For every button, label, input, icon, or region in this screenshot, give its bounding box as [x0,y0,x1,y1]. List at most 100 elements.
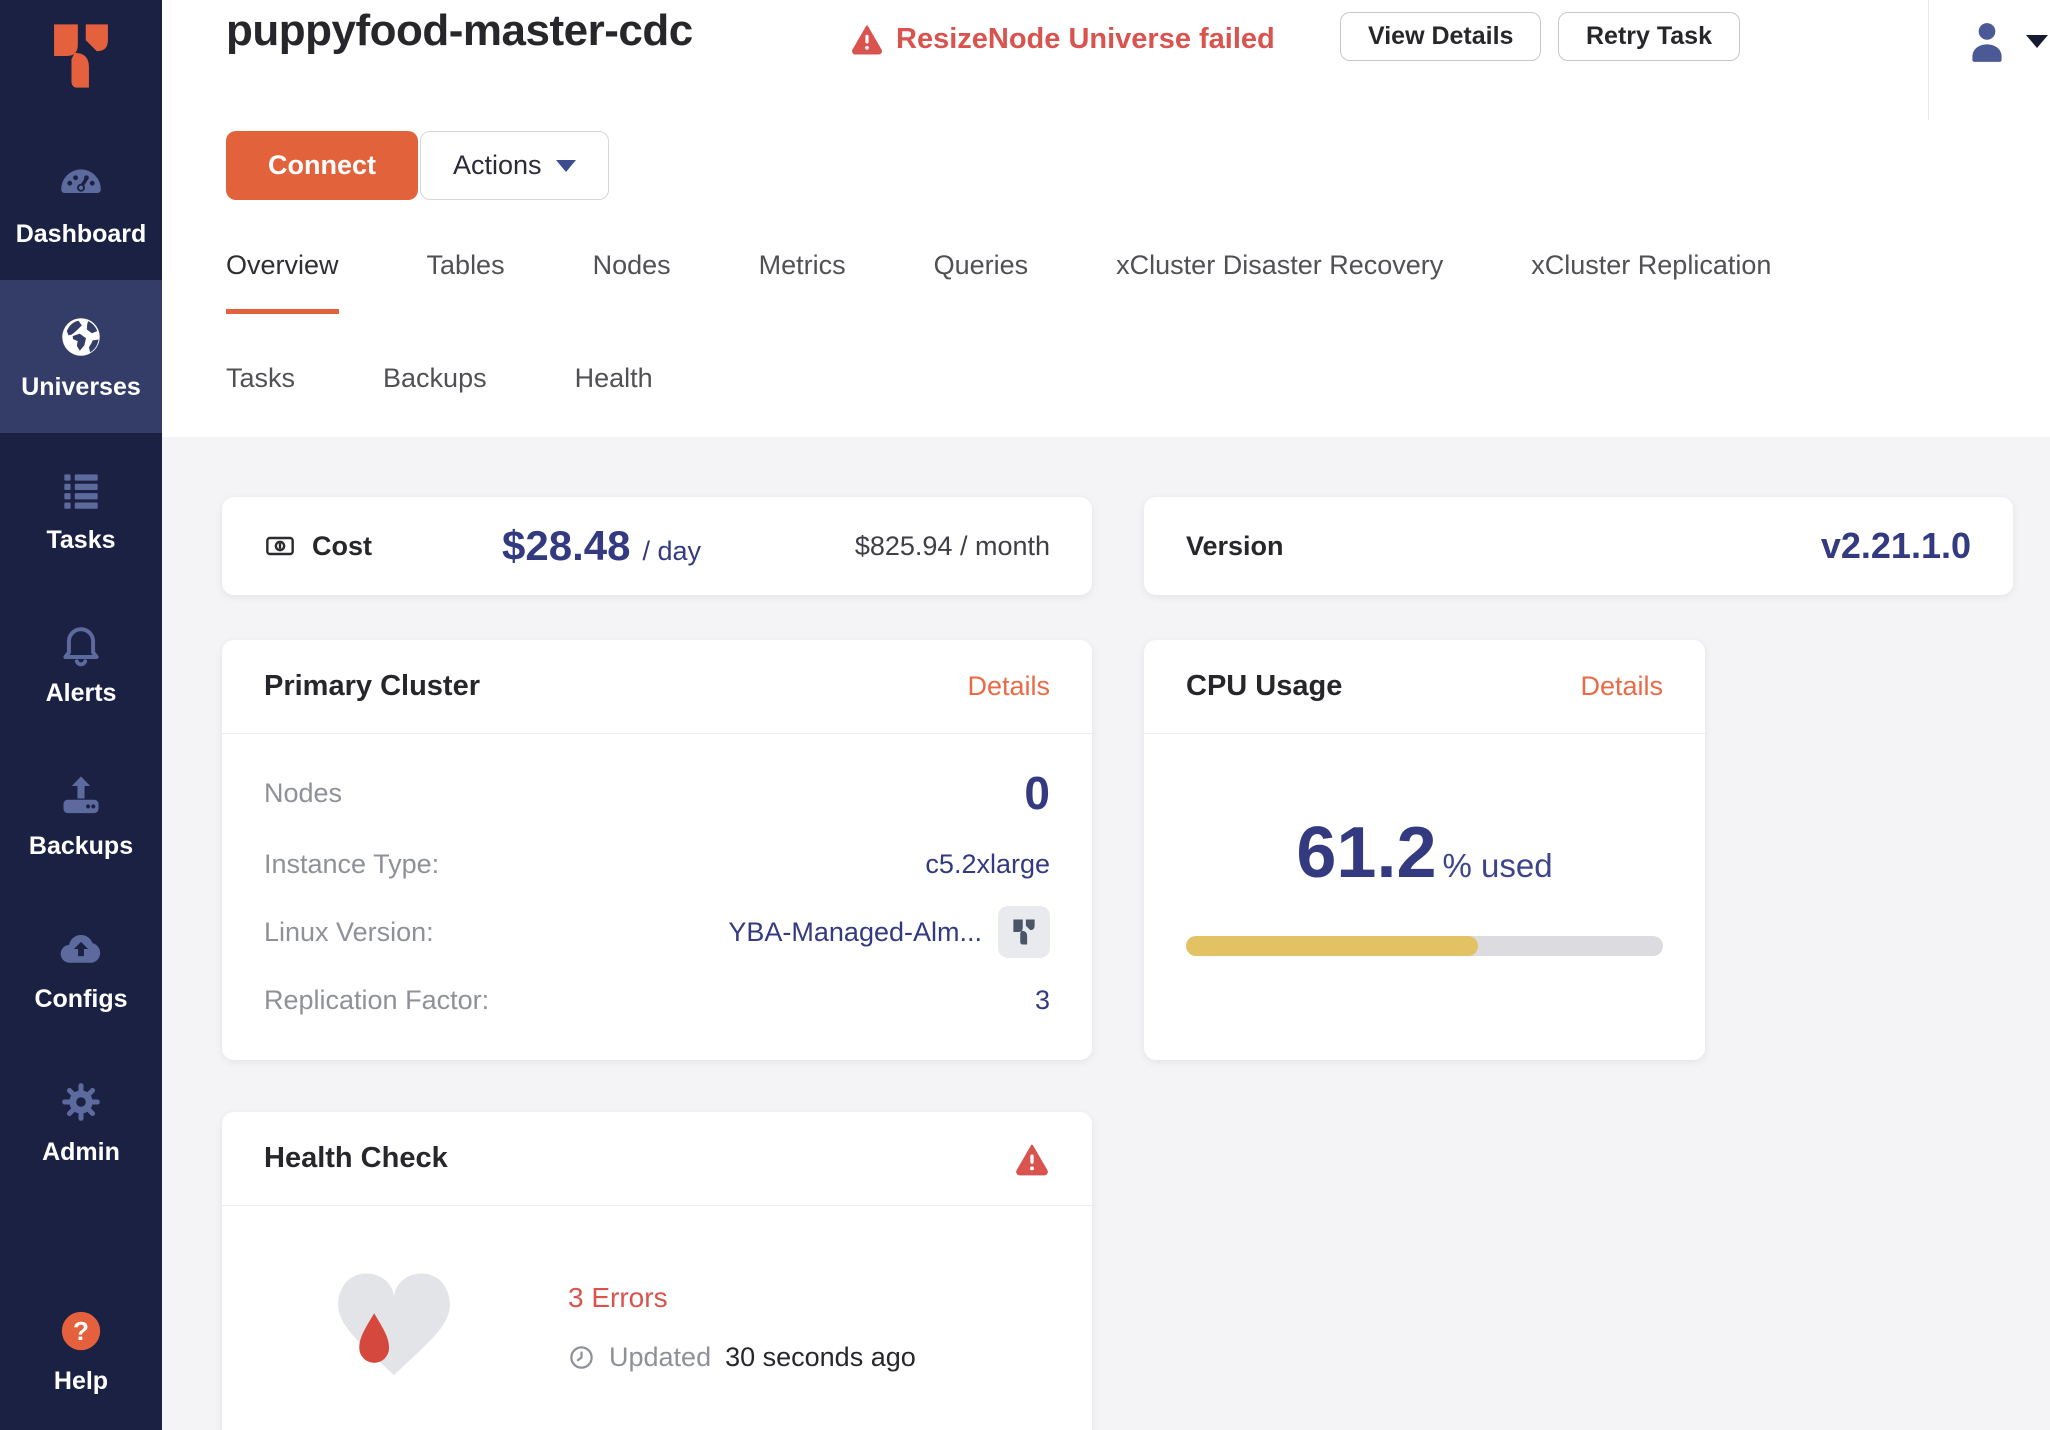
version-value: v2.21.1.0 [1821,525,1971,567]
replication-factor-row: Replication Factor: 3 [264,968,1050,1032]
sidebar-item-label: Universes [21,373,141,402]
cost-monthly-value: $825.94 / month [855,531,1050,562]
health-heart-icon [332,1266,456,1389]
sidebar-item-label: Alerts [46,679,117,708]
header-divider [1928,0,1929,120]
cpu-usage-body: 61.2 % used [1144,812,1705,956]
gear-icon [55,1076,107,1128]
sidebar-item-universes[interactable]: Universes [0,280,162,433]
sidebar-item-configs[interactable]: Configs [0,892,162,1045]
sidebar-item-alerts[interactable]: Alerts [0,586,162,739]
sidebar-item-backups[interactable]: Backups [0,739,162,892]
yugabyte-logo-icon [43,18,119,94]
sidebar-item-help[interactable]: ? Help [0,1280,162,1420]
primary-cluster-card: Primary Cluster Details Nodes 0 Instance… [222,640,1092,1060]
tab-tables[interactable]: Tables [427,250,505,314]
tab-backups[interactable]: Backups [383,363,487,422]
universe-error-status: ResizeNode Universe failed [850,22,1275,56]
cost-label: Cost [312,531,372,562]
cost-label-group: Cost [264,530,372,562]
nodes-value: 0 [1024,766,1050,820]
bell-icon [55,617,107,669]
gauge-icon [55,158,107,210]
instance-type-row: Instance Type: c5.2xlarge [264,832,1050,896]
cost-daily: $28.48 / day [502,522,701,570]
sidebar-item-label: Dashboard [16,220,147,249]
globe-icon [55,311,107,363]
tab-metrics[interactable]: Metrics [759,250,846,314]
cpu-usage-details-link[interactable]: Details [1580,671,1663,702]
health-check-title: Health Check [264,1142,448,1175]
tab-nodes[interactable]: Nodes [593,250,671,314]
yugabyte-mark-icon [1009,917,1039,947]
svg-text:?: ? [73,1316,89,1346]
chevron-down-icon [556,160,576,172]
tab-queries[interactable]: Queries [934,250,1029,314]
tab-overview[interactable]: Overview [226,250,339,314]
primary-cluster-header: Primary Cluster Details [222,640,1092,734]
tab-tasks[interactable]: Tasks [226,363,295,422]
health-check-header: Health Check [222,1112,1092,1206]
view-details-button[interactable]: View Details [1340,12,1541,61]
primary-cluster-body: Nodes 0 Instance Type: c5.2xlarge Linux … [222,734,1092,1032]
version-card: Version v2.21.1.0 [1144,497,2013,595]
banknote-icon [264,530,296,562]
tab-bar-row2: Tasks Backups Health [226,363,653,422]
sidebar-item-label: Help [54,1367,108,1396]
linux-version-row: Linux Version: YBA-Managed-Alm... [264,896,1050,968]
primary-cluster-title: Primary Cluster [264,670,480,703]
cpu-progress-fill [1186,936,1478,956]
cost-card: Cost $28.48 / day $825.94 / month [222,497,1092,595]
cpu-usage-header: CPU Usage Details [1144,640,1705,734]
yugabyte-logo[interactable] [43,0,119,127]
tab-bar-row1: Overview Tables Nodes Metrics Queries xC… [226,250,1771,314]
linux-version-value-group: YBA-Managed-Alm... [728,906,1050,958]
sidebar-item-dashboard[interactable]: Dashboard [0,127,162,280]
sidebar-item-admin[interactable]: Admin [0,1045,162,1198]
replication-factor-label: Replication Factor: [264,985,489,1016]
instance-type-value: c5.2xlarge [925,849,1050,880]
linux-version-value: YBA-Managed-Alm... [728,917,982,948]
cpu-percent-group: 61.2 % used [1186,812,1663,894]
cost-daily-value: $28.48 [502,522,630,570]
health-check-card: Health Check 3 Errors [222,1112,1092,1430]
list-icon [55,464,107,516]
cpu-usage-card: CPU Usage Details 61.2 % used [1144,640,1705,1060]
version-label: Version [1186,531,1284,562]
clock-icon [568,1344,595,1371]
cpu-usage-title: CPU Usage [1186,670,1342,703]
universe-overview-page: Dashboard Universes [0,0,2050,1430]
retry-task-button[interactable]: Retry Task [1558,12,1740,61]
warning-triangle-icon [850,22,884,56]
connect-button[interactable]: Connect [226,131,418,200]
sidebar-item-label: Tasks [46,526,115,555]
user-menu[interactable] [1962,16,2048,66]
page-title: puppyfood-master-cdc [226,6,693,56]
health-updated-prefix: Updated [609,1342,711,1373]
health-status-group: 3 Errors Updated 30 seconds ago [568,1282,916,1373]
health-check-body: 3 Errors Updated 30 seconds ago [222,1206,1092,1389]
nodes-label: Nodes [264,778,342,809]
linux-image-badge[interactable] [998,906,1050,958]
instance-type-label: Instance Type: [264,849,439,880]
cpu-percent-suffix: % used [1443,847,1553,885]
cpu-percent-value: 61.2 [1296,812,1436,894]
health-updated-value: 30 seconds ago [725,1342,916,1373]
linux-version-label: Linux Version: [264,917,434,948]
sidebar-item-tasks[interactable]: Tasks [0,433,162,586]
tab-xcluster-disaster-recovery[interactable]: xCluster Disaster Recovery [1116,250,1443,314]
tab-health[interactable]: Health [575,363,653,422]
sidebar: Dashboard Universes [0,0,162,1430]
cost-daily-unit: / day [642,536,701,567]
backup-upload-icon [55,770,107,822]
actions-dropdown-button[interactable]: Actions [420,131,609,200]
cpu-progress-track [1186,936,1663,956]
sidebar-item-label: Admin [42,1138,120,1167]
primary-cluster-details-link[interactable]: Details [967,671,1050,702]
health-errors-link[interactable]: 3 Errors [568,1282,916,1314]
tab-xcluster-replication[interactable]: xCluster Replication [1531,250,1771,314]
help-icon: ? [55,1305,107,1357]
user-avatar-icon [1962,16,2012,66]
chevron-down-icon [2026,35,2048,48]
cloud-upload-icon [55,923,107,975]
